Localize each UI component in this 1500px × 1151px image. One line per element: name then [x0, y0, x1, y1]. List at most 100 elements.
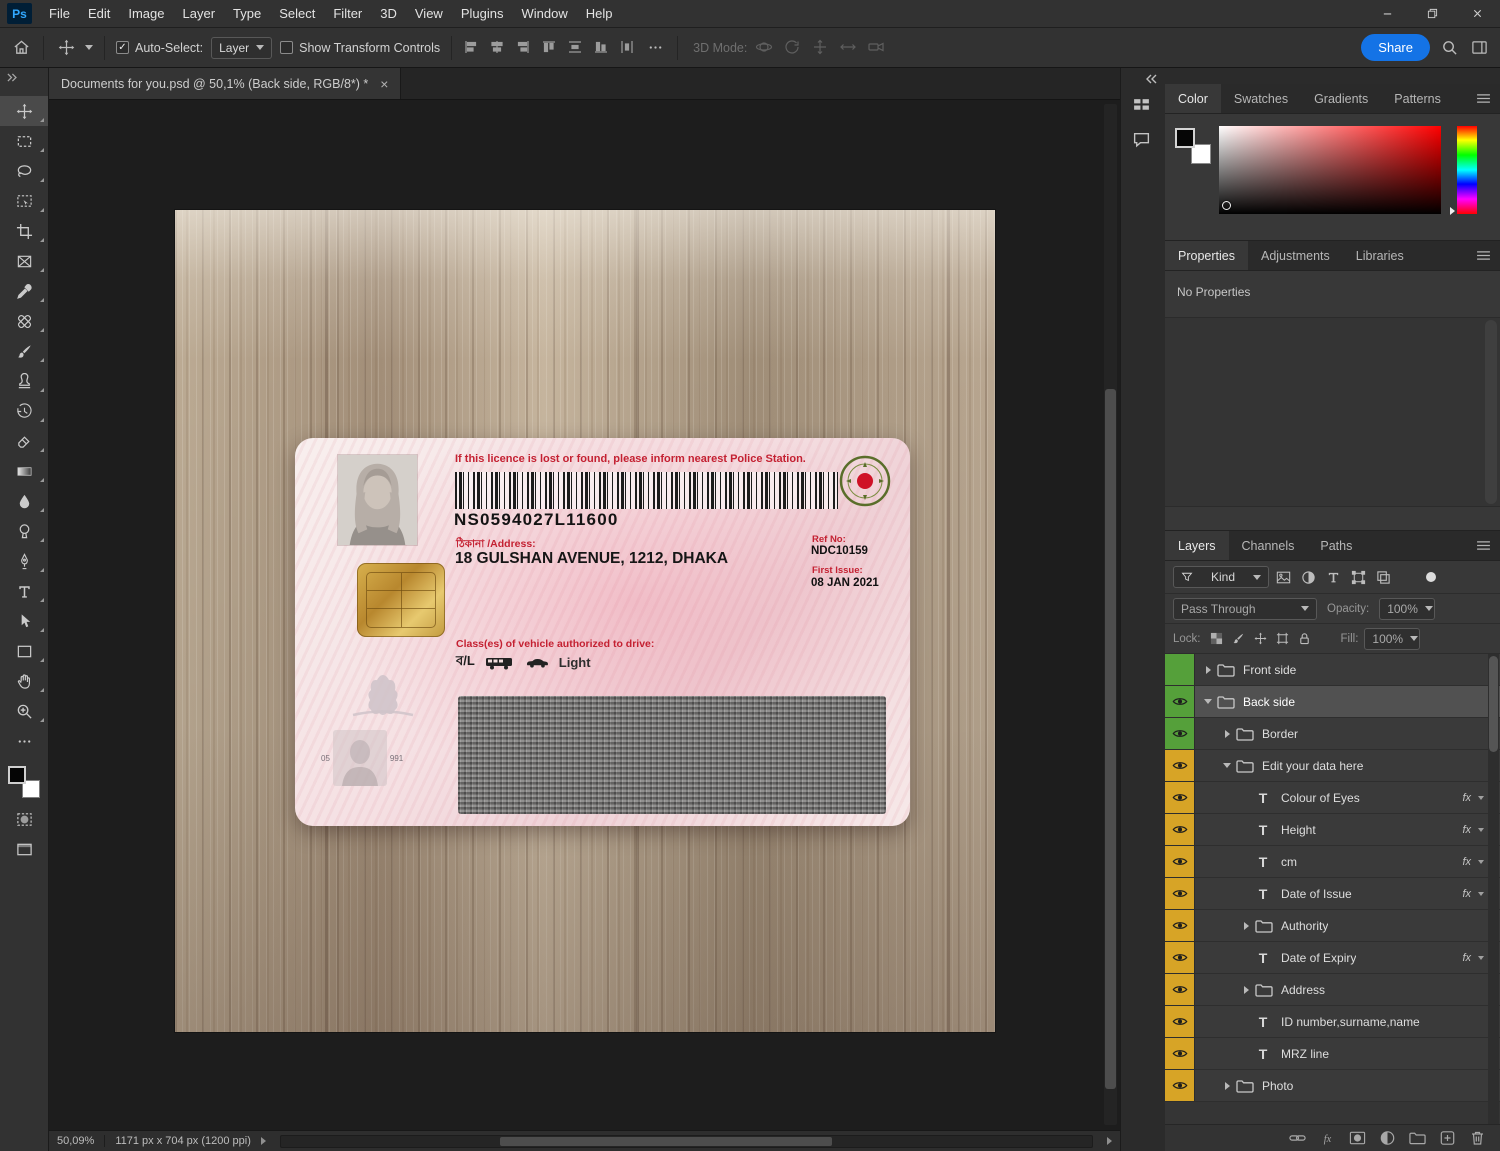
- layer-name[interactable]: cm: [1281, 855, 1297, 869]
- minimize-icon[interactable]: [1365, 0, 1410, 28]
- layer-visibility-eye-icon[interactable]: [1165, 1006, 1195, 1037]
- menu-edit[interactable]: Edit: [79, 6, 119, 21]
- pen-tool[interactable]: [0, 546, 48, 576]
- opacity-dropdown[interactable]: 100%: [1379, 598, 1435, 620]
- filter-shape-layers-icon[interactable]: [1347, 566, 1369, 588]
- layer-filter-toggle[interactable]: [1426, 572, 1436, 582]
- roll-3d-icon[interactable]: [783, 38, 802, 57]
- type-tool[interactable]: [0, 576, 48, 606]
- screen-mode-button[interactable]: [0, 834, 48, 864]
- menu-window[interactable]: Window: [512, 6, 576, 21]
- slide-3d-icon[interactable]: [839, 38, 858, 57]
- layer-name[interactable]: Date of Expiry: [1281, 951, 1356, 965]
- layer-row-front-side[interactable]: Front side: [1165, 654, 1500, 686]
- layer-fx-badge[interactable]: fx: [1462, 824, 1471, 836]
- horizontal-scrollbar[interactable]: [280, 1135, 1093, 1148]
- align-left-icon[interactable]: [463, 39, 480, 56]
- layer-style-fx-icon[interactable]: fx: [1319, 1130, 1336, 1146]
- marquee-tool[interactable]: [0, 126, 48, 156]
- layer-visibility-eye-icon[interactable]: [1165, 718, 1195, 749]
- color-panel-menu-icon[interactable]: [1476, 93, 1491, 104]
- checked-checkbox-icon[interactable]: [116, 41, 129, 54]
- gradient-tool[interactable]: [0, 456, 48, 486]
- layer-filter-kind-dropdown[interactable]: Kind: [1173, 566, 1269, 588]
- toolbar-expand-icon[interactable]: [0, 68, 23, 84]
- layer-row-address[interactable]: Address: [1165, 974, 1500, 1006]
- layer-row-colour-of-eyes[interactable]: TColour of Eyesfx: [1165, 782, 1500, 814]
- crop-tool[interactable]: [0, 216, 48, 246]
- collapse-group-icon[interactable]: [1204, 699, 1212, 704]
- saturation-brightness-field[interactable]: [1219, 126, 1441, 214]
- distribute-horizontal-icon[interactable]: [619, 39, 636, 56]
- layer-fx-badge[interactable]: fx: [1462, 888, 1471, 900]
- workspace-switcher-icon[interactable]: [1468, 37, 1490, 59]
- layer-visibility-eye-icon[interactable]: [1165, 878, 1195, 909]
- new-layer-icon[interactable]: [1439, 1130, 1456, 1146]
- layers-scrollbar-thumb[interactable]: [1489, 656, 1498, 752]
- layer-visibility-eye-icon[interactable]: [1165, 942, 1195, 973]
- more-align-options-icon[interactable]: [644, 37, 666, 59]
- layer-name[interactable]: Back side: [1243, 695, 1295, 709]
- align-center-horizontal-icon[interactable]: [489, 39, 506, 56]
- layer-row-height[interactable]: THeightfx: [1165, 814, 1500, 846]
- new-adjustment-layer-icon[interactable]: [1379, 1130, 1396, 1146]
- lasso-tool[interactable]: [0, 156, 48, 186]
- collapsed-panel-icon[interactable]: [1132, 96, 1154, 118]
- tab-swatches[interactable]: Swatches: [1221, 84, 1301, 113]
- tab-layers[interactable]: Layers: [1165, 531, 1229, 560]
- layer-row-photo[interactable]: Photo: [1165, 1070, 1500, 1102]
- layer-name[interactable]: Front side: [1243, 663, 1296, 677]
- show-transform-checkbox[interactable]: Show Transform Controls: [280, 41, 440, 55]
- align-top-icon[interactable]: [541, 39, 558, 56]
- layer-row-edit-your-data-here[interactable]: Edit your data here: [1165, 750, 1500, 782]
- share-button[interactable]: Share: [1361, 34, 1430, 61]
- hue-slider-cursor[interactable]: [1450, 207, 1455, 215]
- fx-expand-icon[interactable]: [1478, 956, 1484, 960]
- layer-fx-badge[interactable]: fx: [1462, 792, 1471, 804]
- fx-expand-icon[interactable]: [1478, 892, 1484, 896]
- layer-visibility-eye-icon[interactable]: [1165, 686, 1195, 717]
- menu-select[interactable]: Select: [270, 6, 324, 21]
- layer-name[interactable]: MRZ line: [1281, 1047, 1329, 1061]
- expand-group-icon[interactable]: [1244, 986, 1249, 994]
- menu-filter[interactable]: Filter: [324, 6, 371, 21]
- filter-smart-objects-icon[interactable]: [1372, 566, 1394, 588]
- foreground-color-swatch[interactable]: [8, 766, 26, 784]
- foreground-background-colors[interactable]: [8, 766, 40, 798]
- layer-visibility-eye-icon[interactable]: [1165, 750, 1195, 781]
- menu-layer[interactable]: Layer: [174, 6, 225, 21]
- brush-tool[interactable]: [0, 336, 48, 366]
- layer-name[interactable]: Address: [1281, 983, 1325, 997]
- distribute-vertical-icon[interactable]: [567, 39, 584, 56]
- menu-file[interactable]: File: [40, 6, 79, 21]
- more-tools-icon[interactable]: [0, 726, 48, 756]
- menu-image[interactable]: Image: [119, 6, 173, 21]
- layer-visibility-eye-icon[interactable]: [1165, 782, 1195, 813]
- tab-gradients[interactable]: Gradients: [1301, 84, 1381, 113]
- layer-name[interactable]: Border: [1262, 727, 1298, 741]
- menu-help[interactable]: Help: [577, 6, 622, 21]
- quick-mask-button[interactable]: [0, 804, 48, 834]
- auto-select-target-dropdown[interactable]: Layer: [211, 37, 272, 59]
- search-icon[interactable]: [1438, 37, 1460, 59]
- zoom-tool[interactable]: [0, 696, 48, 726]
- comments-panel-icon[interactable]: [1132, 130, 1154, 152]
- move-tool-preset-icon[interactable]: [55, 37, 77, 59]
- vertical-scrollbar-thumb[interactable]: [1105, 389, 1116, 1089]
- expand-group-icon[interactable]: [1225, 1082, 1230, 1090]
- layer-row-authority[interactable]: Authority: [1165, 910, 1500, 942]
- lock-pixels-icon[interactable]: [1229, 629, 1249, 649]
- expand-group-icon[interactable]: [1244, 922, 1249, 930]
- clone-stamp-tool[interactable]: [0, 366, 48, 396]
- menu-plugins[interactable]: Plugins: [452, 6, 513, 21]
- dodge-tool[interactable]: [0, 516, 48, 546]
- layer-row-mrz-line[interactable]: TMRZ line: [1165, 1038, 1500, 1070]
- vertical-scrollbar[interactable]: [1104, 104, 1117, 1125]
- hue-slider[interactable]: [1457, 126, 1477, 214]
- layer-visibility-eye-icon[interactable]: [1165, 814, 1195, 845]
- layer-visibility-eye-icon[interactable]: [1165, 910, 1195, 941]
- path-selection-tool[interactable]: [0, 606, 48, 636]
- layer-row-cm[interactable]: Tcmfx: [1165, 846, 1500, 878]
- rectangle-tool[interactable]: [0, 636, 48, 666]
- frame-tool[interactable]: [0, 246, 48, 276]
